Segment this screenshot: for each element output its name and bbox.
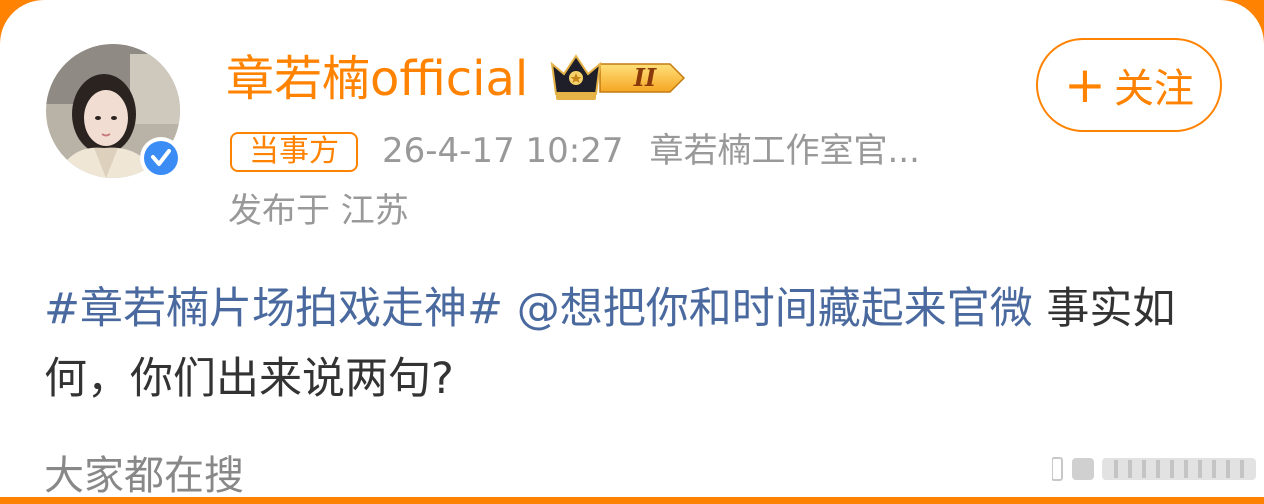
post-location: 发布于 江苏: [228, 191, 409, 231]
verified-badge-icon: [139, 136, 183, 180]
topic-link[interactable]: #章若楠片场拍戏走神#: [44, 284, 503, 334]
follow-label: 关注: [1113, 66, 1194, 112]
post-timestamp: 26-4-17 10:27: [382, 131, 624, 171]
username[interactable]: 章若楠official: [226, 50, 528, 108]
post-meta: 26-4-17 10:27 章若楠工作室官...: [382, 128, 920, 174]
mention-link[interactable]: @想把你和时间藏起来官微: [517, 284, 1033, 334]
follow-button[interactable]: + 关注: [1036, 38, 1222, 132]
vip-level: II: [633, 63, 657, 92]
hot-search-title: 大家都在搜: [44, 453, 244, 499]
party-tag: 当事方: [230, 132, 358, 172]
plus-icon: +: [1064, 56, 1106, 114]
post-body: #章若楠片场拍戏走神# @想把你和时间藏起来官微 事实如何，你们出来说两句?: [44, 274, 1214, 414]
vip-crown-badge-icon[interactable]: II: [548, 52, 688, 104]
divider-bars-icon: [1052, 457, 1256, 481]
weibo-post-card: 章若楠official II + 关注 当事方 26-4-17 10:27 章若楠…: [0, 0, 1264, 499]
post-source[interactable]: 章若楠工作室官...: [650, 131, 920, 171]
